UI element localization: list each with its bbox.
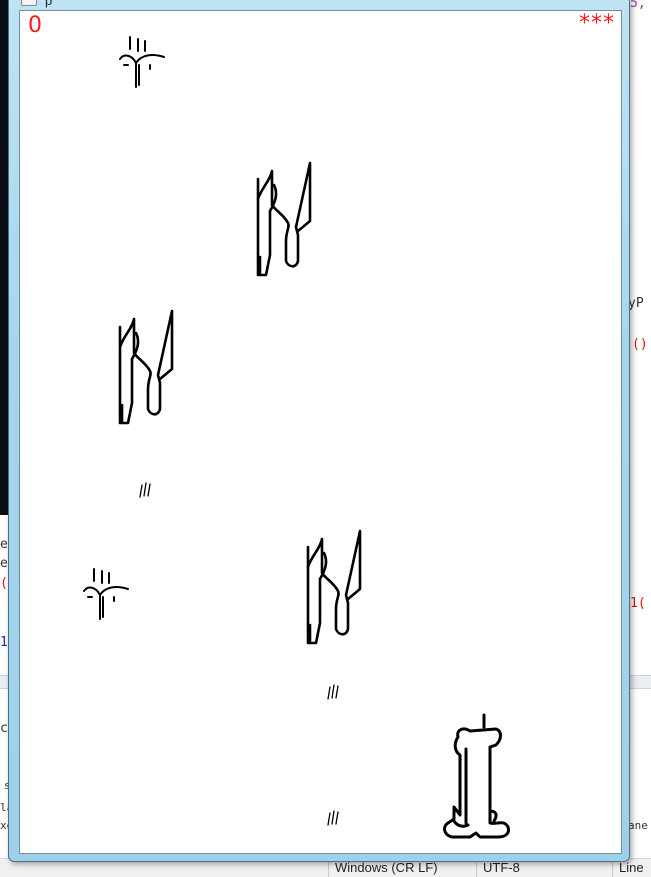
bullet-icon	[327, 810, 339, 826]
code-fragment: (	[0, 576, 8, 591]
legs-enemy	[250, 161, 316, 279]
player-ship-icon	[443, 713, 510, 839]
lives-display: ***	[579, 11, 615, 36]
code-fragment: 5,	[630, 0, 646, 11]
legs-enemy-icon	[118, 309, 174, 425]
legs-enemy	[300, 529, 366, 647]
score-display: 0	[28, 13, 42, 38]
flame-enemy	[114, 35, 168, 91]
legs-enemy	[112, 309, 178, 427]
code-fragment: yP	[628, 296, 644, 311]
game-window[interactable]: p 0 ***	[8, 0, 630, 862]
game-canvas[interactable]: 0 ***	[19, 10, 622, 854]
bullet-icon	[139, 482, 151, 498]
code-fragment: ()	[632, 337, 648, 352]
code-fragment: e	[0, 556, 8, 571]
flame-enemy-icon	[83, 568, 129, 620]
bullet	[138, 481, 154, 499]
window-icon	[21, 0, 37, 6]
player-ship[interactable]	[440, 713, 516, 841]
bullet	[326, 809, 342, 827]
code-fragment: ane	[628, 819, 648, 832]
code-fragment: 1	[0, 635, 8, 650]
bullet	[326, 683, 342, 701]
flame-enemy	[78, 567, 132, 623]
legs-enemy-icon	[256, 161, 312, 277]
bullet-icon	[327, 684, 339, 700]
window-title-fragment: p	[45, 0, 53, 8]
legs-enemy-icon	[306, 529, 362, 645]
code-fragment: 1(	[630, 596, 646, 611]
code-fragment: e	[0, 537, 8, 552]
flame-enemy-icon	[119, 36, 165, 88]
